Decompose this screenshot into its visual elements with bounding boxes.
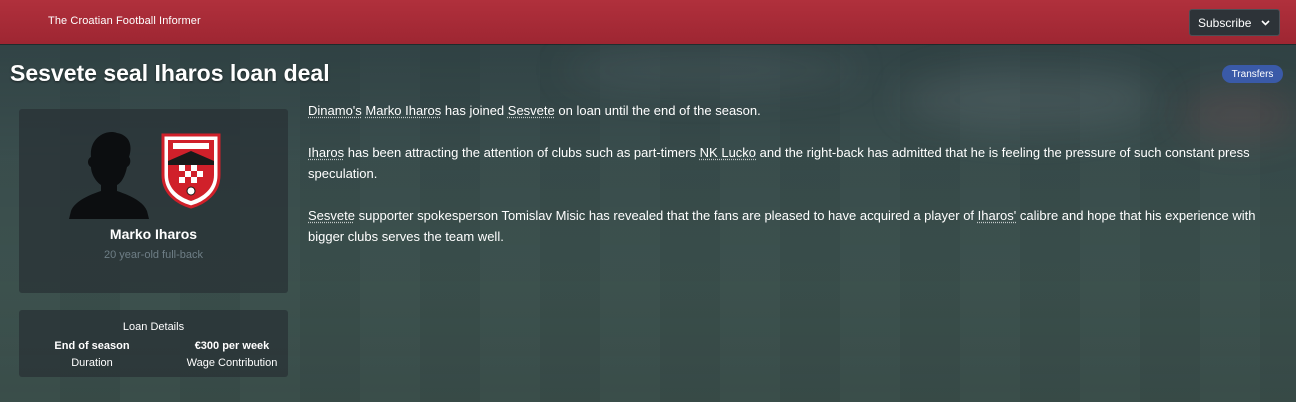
club-link[interactable]: NK Lucko	[700, 145, 756, 160]
loan-wage-label: Wage Contribution	[165, 357, 299, 369]
text-span: on loan until the end of the season.	[555, 103, 761, 118]
top-bar: The Croatian Football Informer Subscribe	[0, 0, 1296, 44]
article-body: Dinamo's Marko Iharos has joined Sesvete…	[308, 100, 1278, 268]
player-link[interactable]: Marko Iharos	[365, 103, 441, 118]
subscribe-label: Subscribe	[1198, 16, 1251, 30]
text-span: has been attracting the attention of clu…	[344, 145, 700, 160]
player-silhouette-icon	[69, 127, 149, 219]
loan-wage-value: €300 per week	[165, 340, 299, 357]
loan-duration-label: Duration	[25, 357, 159, 369]
subscribe-button[interactable]: Subscribe	[1189, 9, 1280, 36]
player-name[interactable]: Marko Iharos	[19, 226, 288, 242]
player-link[interactable]: Iharos	[308, 145, 344, 160]
loan-duration-value: End of season	[25, 340, 159, 357]
background-decoration	[560, 50, 860, 90]
text-span: has joined	[441, 103, 508, 118]
loan-wage-contribution: €300 per week Wage Contribution	[165, 340, 299, 369]
loan-details-title: Loan Details	[19, 321, 288, 333]
loan-duration: End of season Duration	[25, 340, 159, 369]
club-link[interactable]: Sesvete	[508, 103, 555, 118]
article-paragraph: Iharos has been attracting the attention…	[308, 142, 1278, 184]
club-crest-icon[interactable]	[159, 131, 223, 209]
text-span: supporter spokesperson Tomislav Misic ha…	[355, 208, 978, 223]
publication-name: The Croatian Football Informer	[48, 15, 201, 27]
article-paragraph: Dinamo's Marko Iharos has joined Sesvete…	[308, 100, 1278, 121]
chevron-down-icon	[1260, 17, 1271, 28]
club-link[interactable]: Sesvete	[308, 208, 355, 223]
article-paragraph: Sesvete supporter spokesperson Tomislav …	[308, 205, 1278, 247]
club-link[interactable]: Dinamo's	[308, 103, 362, 118]
category-tag[interactable]: Transfers	[1222, 65, 1283, 83]
article-headline: Sesvete seal Iharos loan deal	[10, 60, 330, 87]
player-description: 20 year-old full-back	[19, 249, 288, 261]
loan-details-card: Loan Details End of season Duration €300…	[19, 310, 288, 377]
player-link[interactable]: Iharos'	[978, 208, 1017, 223]
player-card: Marko Iharos 20 year-old full-back	[19, 109, 288, 293]
